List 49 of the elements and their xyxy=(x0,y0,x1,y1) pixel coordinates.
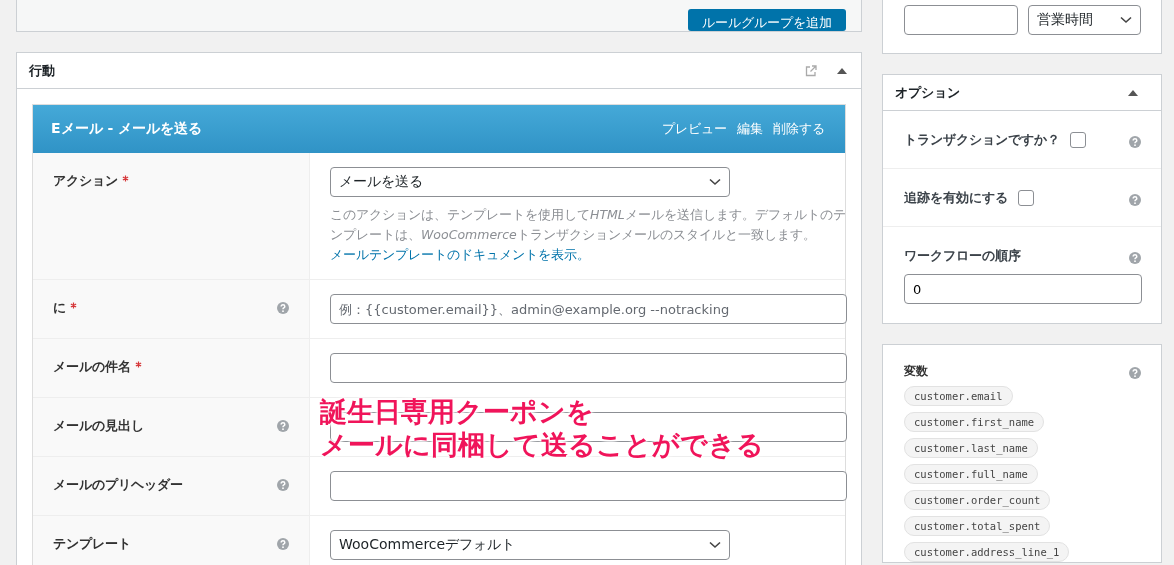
variable-tag[interactable]: customer.total_spent xyxy=(904,516,1051,536)
field-label: に xyxy=(53,299,66,317)
variable-tag[interactable]: customer.email xyxy=(904,386,1013,406)
field-label: メールの見出し xyxy=(53,417,144,435)
field-label: テンプレート xyxy=(53,535,131,553)
text-field[interactable] xyxy=(330,471,847,501)
panel-title: オプション xyxy=(895,83,960,102)
select-field[interactable]: 営業時間 xyxy=(1028,5,1141,35)
annotation-caption: 誕生日専用クーポンを xyxy=(320,398,594,426)
add-rule-group-button[interactable]: ルールグループを追加 xyxy=(688,9,846,31)
collapse-arrow-icon[interactable] xyxy=(1128,89,1138,96)
chevron-down-icon xyxy=(1120,16,1132,24)
checkbox[interactable] xyxy=(1070,132,1086,148)
select-field[interactable]: メールを送る xyxy=(330,167,730,197)
chevron-down-icon xyxy=(709,541,721,549)
text-field[interactable] xyxy=(330,353,847,383)
field-description: このアクションは、テンプレートを使用してHTMLメールを送信します。デフォルトのテンプレートは、WooCommerce トランザクションメールのスタイルと一致します。 メールテンプレートのドキュメントを表示。 xyxy=(330,206,847,264)
panel-title: 行動 xyxy=(29,61,55,80)
help-icon[interactable] xyxy=(277,538,289,550)
variable-tag[interactable]: customer.full_name xyxy=(904,464,1038,484)
help-icon[interactable] xyxy=(1129,251,1141,264)
help-icon[interactable] xyxy=(277,302,289,314)
help-icon[interactable] xyxy=(277,420,289,432)
action-title: Eメール - メールを送る xyxy=(51,120,203,138)
variable-tag[interactable]: customer.order_count xyxy=(904,490,1051,510)
field-label: アクション xyxy=(53,172,118,190)
variable-tag[interactable]: customer.first_name xyxy=(904,412,1045,432)
help-icon[interactable] xyxy=(1129,367,1141,379)
panel-title: 変数 xyxy=(904,363,928,380)
checkbox[interactable] xyxy=(1018,190,1034,206)
documentation-link[interactable]: メールテンプレートのドキュメントを表示。 xyxy=(330,247,590,262)
option-label: 追跡を有効にする xyxy=(904,189,1008,207)
text-field[interactable] xyxy=(904,5,1018,35)
help-icon[interactable] xyxy=(1129,193,1141,206)
select-field[interactable]: WooCommerceデフォルト xyxy=(330,530,730,560)
number-field[interactable]: 0 xyxy=(904,274,1142,304)
external-link-icon[interactable] xyxy=(805,64,817,77)
text-field[interactable]: 例：{{customer.email}}、admin@example.org --notracking xyxy=(330,294,847,324)
option-label: ワークフローの順序 xyxy=(904,247,1021,265)
annotation-caption: メールに同梱して送ることができる xyxy=(320,431,764,459)
chevron-down-icon xyxy=(709,178,721,186)
field-label: メールのプリヘッダー xyxy=(53,476,183,494)
help-icon[interactable] xyxy=(1129,135,1141,148)
variable-tag[interactable]: customer.address_line_1 xyxy=(904,542,1070,562)
option-label: トランザクションですか？ xyxy=(904,131,1060,149)
field-label: メールの件名 xyxy=(53,358,131,376)
variable-tag[interactable]: customer.last_name xyxy=(904,438,1038,458)
help-icon[interactable] xyxy=(277,479,289,491)
collapse-arrow-icon[interactable] xyxy=(837,67,847,74)
